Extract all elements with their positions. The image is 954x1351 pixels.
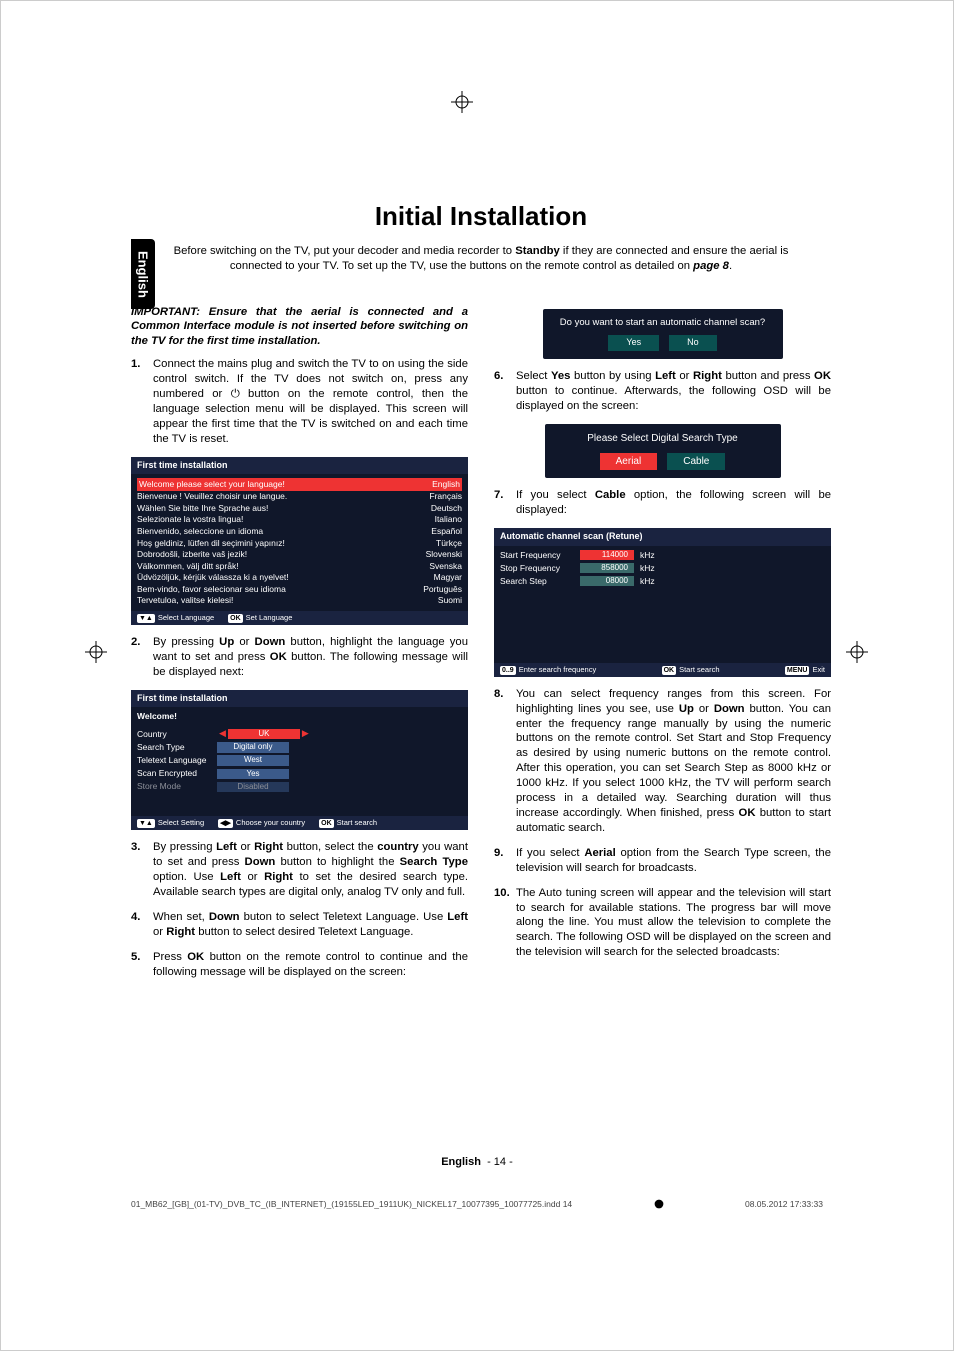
osd-autoscan: Do you want to start an automatic channe… bbox=[543, 309, 783, 359]
print-timestamp: 08.05.2012 17:33:33 bbox=[745, 1199, 823, 1209]
important-note: IMPORTANT: Ensure that the aerial is con… bbox=[131, 306, 468, 348]
page-footer: English - 14 - bbox=[1, 1156, 953, 1168]
osd-language: First time installationWelcome please se… bbox=[131, 457, 468, 625]
page-title: Initial Installation bbox=[131, 201, 831, 232]
dialog-button[interactable]: No bbox=[669, 335, 717, 351]
osd-welcome: First time installationWelcome!Country◀U… bbox=[131, 690, 468, 831]
step-list: 2.By pressing Up or Down button, highlig… bbox=[131, 635, 468, 680]
dialog-button[interactable]: Aerial bbox=[600, 453, 658, 470]
content: Initial Installation Before switching on… bbox=[131, 201, 831, 990]
registration-mark-right bbox=[846, 641, 868, 663]
step-list: 1.Connect the mains plug and switch the … bbox=[131, 357, 468, 446]
step-list: 7.If you select Cable option, the follow… bbox=[494, 488, 831, 518]
step-list: 8.You can select frequency ranges from t… bbox=[494, 687, 831, 960]
intro-text: Before switching on the TV, put your dec… bbox=[131, 244, 831, 275]
step-item: 5.Press OK button on the remote control … bbox=[131, 950, 468, 980]
osd-retune: Automatic channel scan (Retune)Start Fre… bbox=[494, 528, 831, 677]
step-list: 3.By pressing Left or Right button, sele… bbox=[131, 840, 468, 979]
dialog-button[interactable]: Cable bbox=[667, 453, 725, 470]
step-item: 9.If you select Aerial option from the S… bbox=[494, 846, 831, 876]
step-item: 7.If you select Cable option, the follow… bbox=[494, 488, 831, 518]
registration-mark-bottom bbox=[651, 1196, 667, 1212]
left-column: IMPORTANT: Ensure that the aerial is con… bbox=[131, 305, 468, 990]
step-item: 1.Connect the mains plug and switch the … bbox=[131, 357, 468, 446]
right-column: Do you want to start an automatic channe… bbox=[494, 305, 831, 971]
step-item: 6.Select Yes button by using Left or Rig… bbox=[494, 369, 831, 414]
page: English Initial Installation Before swit… bbox=[0, 0, 954, 1351]
step-item: 10.The Auto tuning screen will appear an… bbox=[494, 886, 831, 961]
registration-mark-left bbox=[85, 641, 107, 663]
dialog-button[interactable]: Yes bbox=[608, 335, 659, 351]
step-item: 3.By pressing Left or Right button, sele… bbox=[131, 840, 468, 900]
registration-mark-top bbox=[451, 91, 473, 113]
print-mark: 01_MB62_[GB]_(01-TV)_DVB_TC_(IB_INTERNET… bbox=[131, 1196, 823, 1212]
print-file: 01_MB62_[GB]_(01-TV)_DVB_TC_(IB_INTERNET… bbox=[131, 1199, 572, 1209]
step-list: 6.Select Yes button by using Left or Rig… bbox=[494, 369, 831, 414]
osd-searchtype: Please Select Digital Search TypeAerialC… bbox=[545, 424, 781, 478]
step-item: 2.By pressing Up or Down button, highlig… bbox=[131, 635, 468, 680]
step-item: 8.You can select frequency ranges from t… bbox=[494, 687, 831, 836]
step-item: 4.When set, Down buton to select Teletex… bbox=[131, 910, 468, 940]
